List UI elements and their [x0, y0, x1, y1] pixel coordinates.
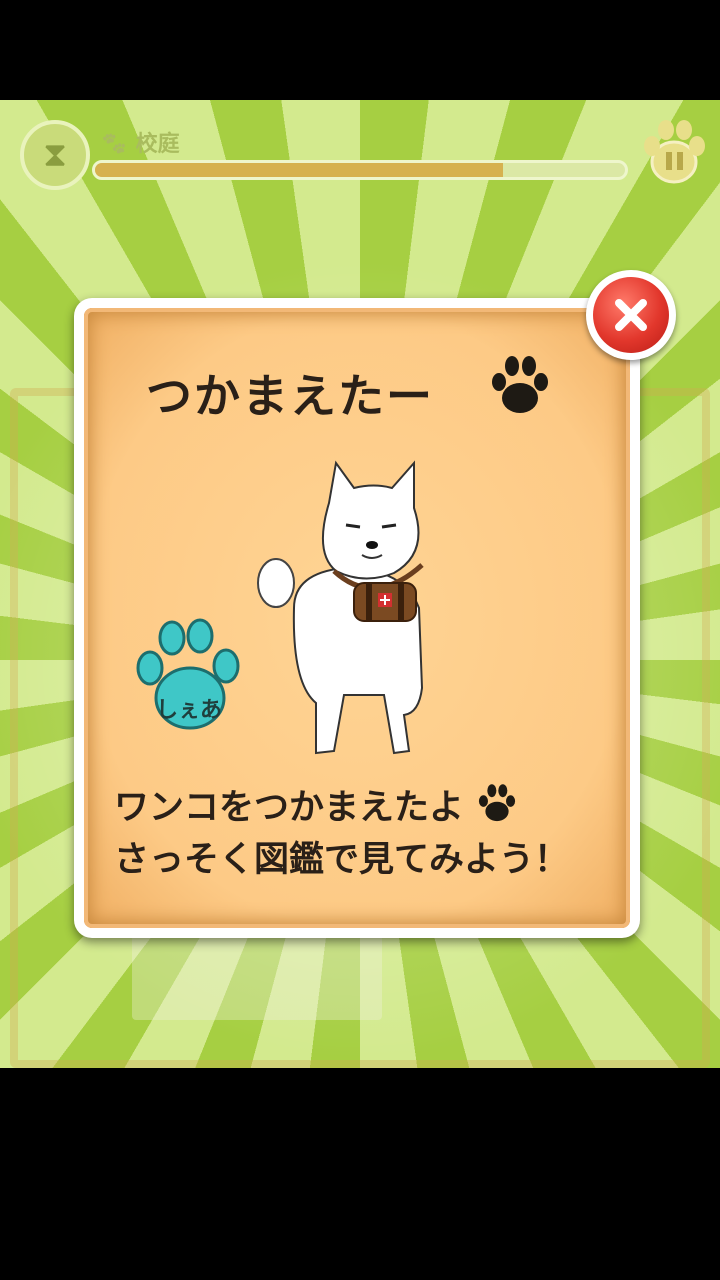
time-progress-fill — [95, 163, 504, 177]
close-icon — [593, 277, 669, 353]
dialog-message: ワンコをつかまえたよ さっそく図鑑で見てみよう！ — [114, 782, 634, 886]
catch-dialog: つかまえたー しぇあ ワンコをつかまえたよ さっそく図鑑で見てみよう！ — [74, 298, 640, 938]
hud-bar: ⧗ 🐾︎ 校庭 — [0, 100, 720, 200]
dialog-title: つかまえたー — [146, 369, 434, 423]
stage-label: 🐾︎ 校庭 — [100, 132, 180, 157]
message-line-2: さっそく図鑑で見てみよう！ — [114, 840, 570, 880]
pause-button[interactable] — [638, 118, 710, 190]
dialog-paper: つかまえたー しぇあ ワンコをつかまえたよ さっそく図鑑で見てみよう！ — [84, 308, 630, 928]
hourglass-icon: ⧗ — [20, 120, 90, 190]
close-button[interactable] — [586, 270, 676, 360]
paw-icon: 🐾︎ — [100, 132, 136, 157]
white-dog-image — [257, 460, 424, 755]
message-line-1: ワンコをつかまえたよ — [114, 782, 634, 834]
board-slot — [132, 935, 382, 1020]
paw-icon — [479, 784, 516, 822]
paw-icon — [492, 356, 548, 413]
time-progress-bar — [92, 160, 628, 180]
pause-icon — [644, 120, 705, 184]
badge-label: しぇあ — [156, 698, 223, 723]
